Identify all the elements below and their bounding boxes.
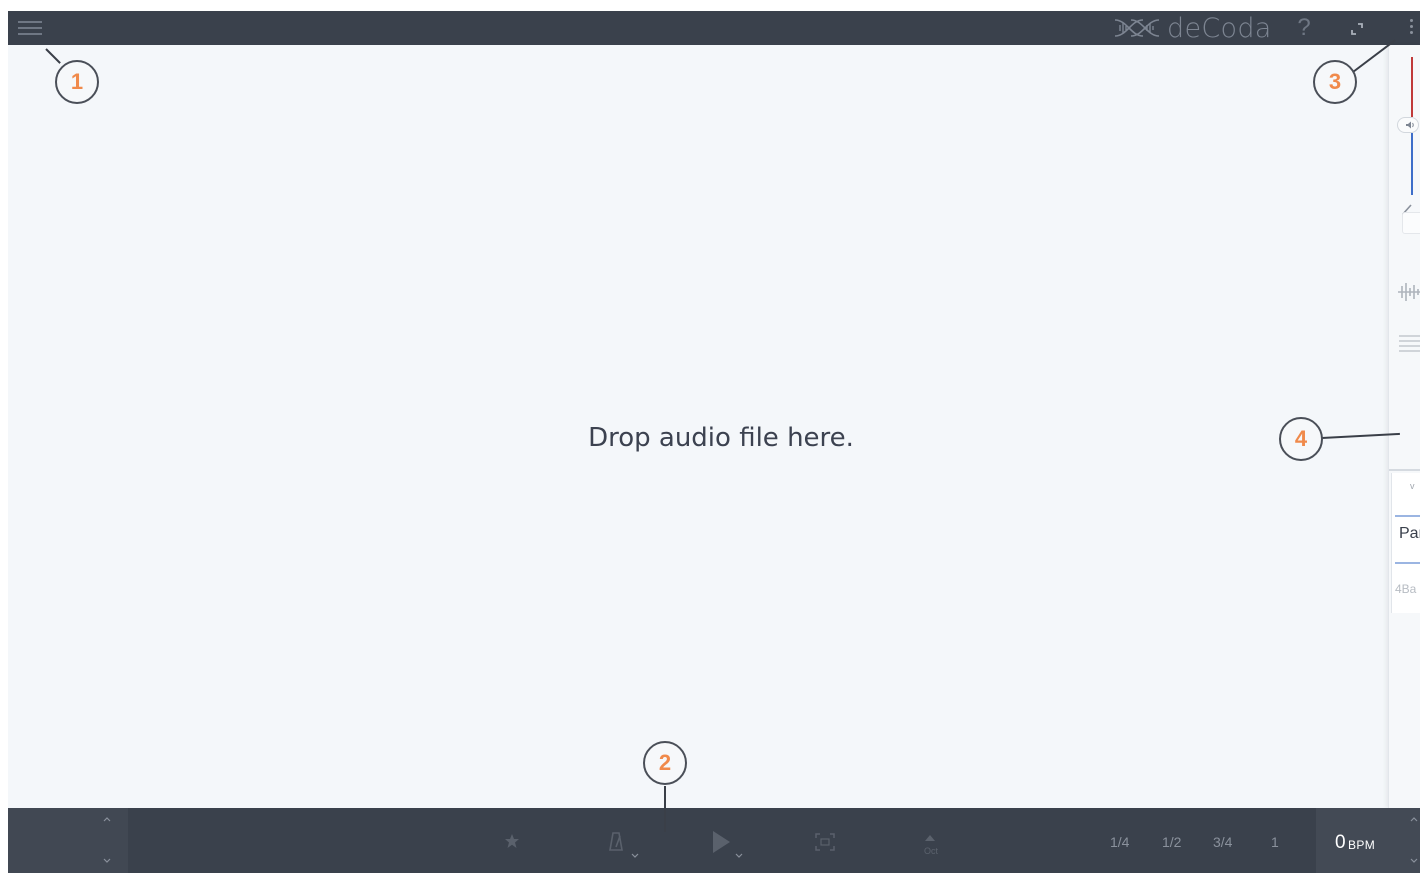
speed-half[interactable]: 1/2 — [1162, 834, 1181, 850]
star-icon[interactable] — [504, 833, 520, 849]
octave-up-icon[interactable] — [925, 835, 935, 841]
bpm-stepper — [1408, 813, 1420, 867]
bpm-unit: BPM — [1348, 838, 1376, 852]
chevron-up-icon[interactable] — [1408, 813, 1420, 825]
add-section-box[interactable] — [1402, 212, 1420, 234]
bottom-transport-bar: Oct 1/4 1/2 3/4 1 0 BPM — [8, 808, 1420, 873]
section-card[interactable]: v Par 4Ba — [1391, 473, 1420, 613]
brand-logo: deCoda — [1113, 12, 1272, 44]
speed-quarter[interactable]: 1/4 — [1110, 834, 1129, 850]
bars-label: 4Ba — [1395, 582, 1417, 596]
speed-three-quarter[interactable]: 3/4 — [1213, 834, 1232, 850]
speed-full[interactable]: 1 — [1271, 834, 1279, 850]
chevron-up-icon[interactable] — [101, 813, 113, 825]
kebab-menu-icon[interactable] — [1406, 19, 1416, 39]
bpm-value: 0 — [1335, 832, 1346, 853]
volume-slider-handle[interactable] — [1397, 117, 1419, 133]
play-options-chevron-icon[interactable] — [734, 852, 744, 860]
loop-region-icon[interactable] — [815, 833, 835, 851]
speaker-icon — [1406, 121, 1414, 129]
callout-marker-1: 1 — [55, 60, 99, 104]
volume-level-blue — [1411, 133, 1413, 195]
callout-marker-3: 3 — [1313, 60, 1357, 104]
dna-waveform-logo-icon — [1114, 19, 1160, 37]
callout-marker-2: 2 — [643, 741, 687, 785]
bottom-left-panel — [8, 808, 128, 873]
callout-2-leader — [664, 786, 666, 832]
section-label[interactable]: Par — [1399, 525, 1420, 543]
metronome-icon[interactable] — [608, 832, 624, 852]
card-chevron[interactable]: v — [1410, 481, 1415, 491]
drop-prompt: Drop audio file here. — [588, 423, 854, 453]
card-divider-bottom — [1395, 562, 1420, 564]
chevron-down-icon[interactable] — [101, 855, 113, 867]
audio-drop-zone[interactable]: Drop audio file here. — [8, 45, 1388, 808]
left-stepper — [101, 813, 113, 867]
side-panel: v Par 4Ba — [1388, 45, 1420, 808]
hamburger-icon[interactable] — [18, 19, 42, 37]
tempo-display[interactable]: 0 BPM — [1316, 808, 1420, 873]
app-window: deCoda ? Drop audio file here. v Pa 4Ba … — [8, 11, 1420, 873]
waveform-icon[interactable] — [1397, 281, 1420, 303]
volume-level-red — [1411, 57, 1413, 117]
chevron-down-icon[interactable] — [1408, 855, 1420, 867]
fullscreen-icon[interactable] — [1348, 20, 1366, 38]
callout-marker-4: 4 — [1279, 417, 1323, 461]
brand-name: deCoda — [1167, 12, 1272, 44]
metronome-options-chevron-icon[interactable] — [630, 852, 640, 860]
play-icon[interactable] — [711, 830, 731, 854]
help-button[interactable]: ? — [1294, 14, 1314, 42]
list-icon[interactable] — [1397, 333, 1420, 353]
top-bar: deCoda ? — [8, 11, 1420, 45]
octave-label[interactable]: Oct — [920, 846, 942, 856]
card-divider-top — [1395, 515, 1420, 517]
panel-divider — [1389, 469, 1420, 471]
